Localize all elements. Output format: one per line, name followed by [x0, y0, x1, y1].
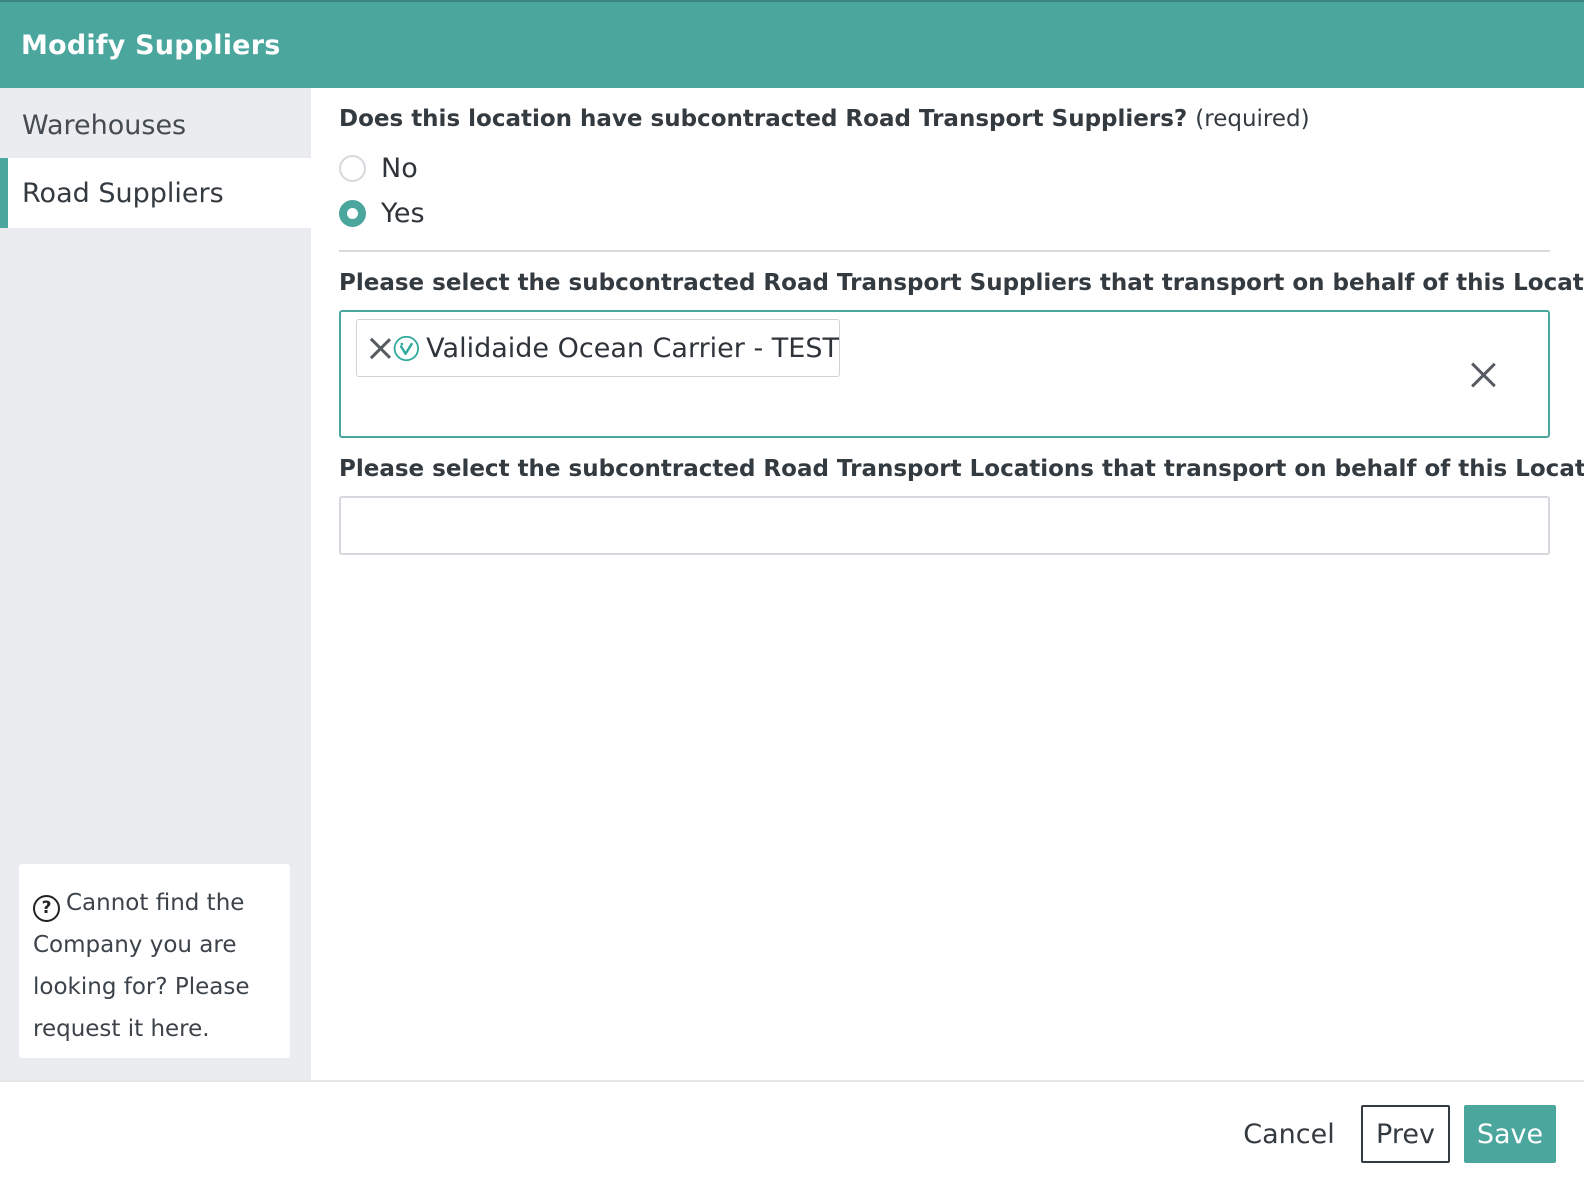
sidebar-item-label: Road Suppliers — [22, 177, 224, 209]
radio-button-no[interactable] — [339, 154, 366, 182]
selected-supplier-name: Validaide Ocean Carrier - TEST — [426, 332, 839, 364]
suppliers-field-label: Please select the subcontracted Road Tra… — [339, 270, 1584, 296]
cancel-button[interactable]: Cancel — [1234, 1105, 1344, 1163]
question-circle-icon: ? — [33, 895, 60, 922]
radio-label-no: No — [381, 152, 418, 184]
locations-select[interactable] — [339, 496, 1550, 555]
request-company-help[interactable]: ? Cannot find the Company you are looking… — [19, 864, 290, 1058]
suppliers-multiselect[interactable]: Validaide Ocean Carrier - TEST — [339, 310, 1550, 438]
radio-option-yes[interactable]: Yes — [339, 193, 425, 233]
divider — [339, 250, 1550, 252]
locations-field-label: Please select the subcontracted Road Tra… — [339, 456, 1584, 482]
help-text: Cannot find the Company you are looking … — [33, 890, 250, 1042]
radio-button-yes[interactable] — [339, 199, 366, 227]
radio-label-yes: Yes — [381, 197, 425, 229]
sidebar-item-label: Warehouses — [22, 109, 187, 141]
prev-button[interactable]: Prev — [1361, 1105, 1450, 1163]
save-button[interactable]: Save — [1464, 1105, 1556, 1163]
radio-option-no[interactable]: No — [339, 148, 418, 188]
clear-selection-icon[interactable] — [1470, 362, 1496, 388]
remove-tag-icon[interactable] — [368, 336, 387, 360]
sidebar-item-road-suppliers[interactable]: Road Suppliers — [0, 158, 311, 228]
question-label: Does this location have subcontracted Ro… — [339, 106, 1310, 132]
selected-supplier-tag: Validaide Ocean Carrier - TEST — [356, 319, 840, 377]
sidebar-item-warehouses[interactable]: Warehouses — [0, 90, 311, 160]
dialog-footer: Cancel Prev Save — [0, 1080, 1584, 1190]
question-text: Does this location have subcontracted Ro… — [339, 106, 1188, 132]
dialog-title: Modify Suppliers — [21, 29, 281, 61]
dialog-header: Modify Suppliers — [0, 0, 1584, 88]
sidebar: Warehouses Road Suppliers ? Cannot find t… — [0, 88, 311, 1080]
required-marker: (required) — [1195, 106, 1310, 132]
validaide-logo-icon — [394, 335, 420, 361]
